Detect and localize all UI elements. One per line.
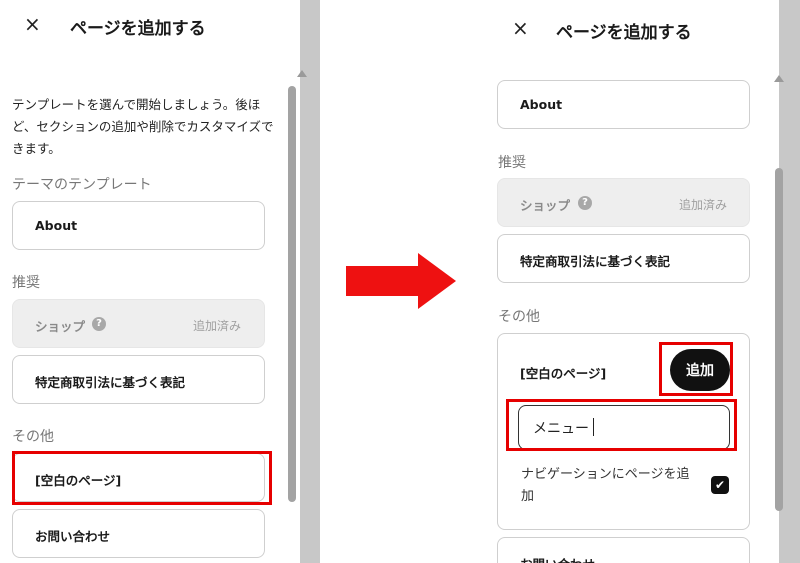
- template-label: [空白のページ]: [520, 366, 607, 381]
- nav-checkbox[interactable]: ✔: [711, 476, 729, 494]
- add-page-panel-after: × ページを追加する About 推奨 ショップ ? 追加済み 特定商取引法に基…: [480, 0, 800, 563]
- template-card-shop: ショップ ? 追加済み: [12, 299, 265, 348]
- panel-title: ページを追加する: [70, 19, 206, 39]
- highlight-box-blank-page: [12, 451, 272, 505]
- template-label: お問い合わせ: [35, 529, 111, 544]
- highlight-box-add-button: [659, 342, 733, 396]
- section-theme-templates: テーマのテンプレート: [12, 177, 152, 193]
- added-status: 追加済み: [193, 319, 242, 333]
- help-icon[interactable]: ?: [92, 317, 106, 331]
- section-recommended: 推奨: [12, 275, 40, 291]
- section-recommended: 推奨: [498, 155, 526, 171]
- scrollbar-thumb[interactable]: [288, 86, 296, 502]
- scroll-up-icon[interactable]: [774, 75, 784, 82]
- arrow-right-icon: [346, 266, 420, 296]
- nav-checkbox-label: ナビゲーションにページを追加: [521, 467, 690, 504]
- scrollbar-left[interactable]: [288, 0, 320, 563]
- template-card-shop: ショップ ? 追加済み: [497, 178, 750, 227]
- arrow-head-icon: [418, 253, 456, 309]
- template-label: About: [520, 97, 563, 112]
- template-label: 特定商取引法に基づく表記: [520, 254, 671, 269]
- template-label: ショップ: [35, 319, 86, 334]
- template-card-contact[interactable]: お問い合わせ: [12, 509, 265, 558]
- close-icon[interactable]: ×: [512, 18, 529, 38]
- scroll-up-icon[interactable]: [297, 70, 307, 77]
- scrollbar-right[interactable]: [774, 0, 800, 563]
- template-card-contact[interactable]: お問い合わせ: [497, 537, 750, 563]
- template-card-about[interactable]: About: [12, 201, 265, 250]
- section-other: その他: [12, 429, 54, 445]
- template-card-about[interactable]: About: [497, 80, 750, 129]
- intro-text: テンプレートを選んで開始しましょう。後ほど、セクションの追加や削除でカスタマイズ…: [12, 97, 274, 156]
- added-status: 追加済み: [679, 198, 728, 212]
- template-card-tokutei[interactable]: 特定商取引法に基づく表記: [497, 234, 750, 283]
- scrollbar-thumb[interactable]: [775, 168, 783, 511]
- add-page-panel-before: × ページを追加する テンプレートを選んで開始しましょう。後ほど、セクションの追…: [0, 0, 320, 563]
- help-icon[interactable]: ?: [578, 196, 592, 210]
- template-label: About: [35, 218, 78, 233]
- section-other: その他: [498, 309, 540, 325]
- close-icon[interactable]: ×: [24, 14, 41, 34]
- template-label: お問い合わせ: [520, 554, 595, 563]
- template-label: ショップ: [520, 198, 571, 213]
- template-card-tokutei[interactable]: 特定商取引法に基づく表記: [12, 355, 265, 404]
- highlight-box-name-input: [506, 399, 737, 451]
- panel-title: ページを追加する: [556, 23, 692, 43]
- template-label: 特定商取引法に基づく表記: [35, 375, 186, 390]
